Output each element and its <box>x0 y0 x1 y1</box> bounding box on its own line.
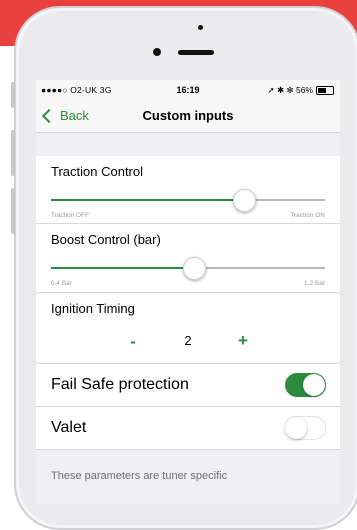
slider-thumb[interactable] <box>183 257 207 280</box>
traction-control-label: Traction Control <box>51 164 143 179</box>
volume-up-button <box>11 130 15 176</box>
earpiece-speaker <box>178 50 214 55</box>
fail-safe-toggle[interactable] <box>285 373 326 397</box>
settings-list: Traction Control Traction OFF Traction O… <box>36 156 340 450</box>
boost-min-label: 0.4 Bar <box>51 280 72 287</box>
footer-note: These parameters are tuner specific <box>51 470 228 482</box>
slider-fill <box>51 199 243 201</box>
app-screen: ●●●●○ O2-UK 3G 16:19 ➚ ✱ ✻ 56% Back Cust… <box>36 80 340 504</box>
decrement-button[interactable]: - <box>125 332 141 352</box>
toggle-knob <box>285 416 307 439</box>
increment-button[interactable]: + <box>235 331 251 351</box>
status-right-text: ➚ ✱ ✻ 56% <box>267 85 313 95</box>
status-bar: ●●●●○ O2-UK 3G 16:19 ➚ ✱ ✻ 56% <box>36 80 340 100</box>
battery-icon <box>316 86 334 95</box>
boost-max-label: 1.2 Bar <box>304 280 325 287</box>
slider-thumb[interactable] <box>232 189 256 212</box>
mute-switch <box>11 82 15 108</box>
proximity-sensor <box>198 25 203 30</box>
valet-label: Valet <box>51 419 87 436</box>
ignition-timing-cell: Ignition Timing - 2 + <box>36 293 340 364</box>
fail-safe-cell: Fail Safe protection <box>36 364 340 407</box>
valet-toggle[interactable] <box>285 416 326 440</box>
valet-cell: Valet <box>36 407 340 450</box>
traction-max-label: Traction ON <box>290 212 325 219</box>
page-title: Custom inputs <box>142 108 234 123</box>
fail-safe-label: Fail Safe protection <box>51 376 189 393</box>
traction-control-cell: Traction Control Traction OFF Traction O… <box>36 156 340 224</box>
boost-control-slider[interactable] <box>51 257 325 280</box>
traction-control-slider[interactable] <box>51 189 325 212</box>
navigation-bar: Back Custom inputs <box>36 100 340 133</box>
status-indicators: ➚ ✱ ✻ 56% <box>268 85 334 96</box>
slider-fill <box>51 267 194 269</box>
ignition-timing-value: 2 <box>184 333 192 348</box>
volume-down-button <box>11 188 15 234</box>
front-camera <box>153 48 161 56</box>
toggle-knob <box>303 374 325 396</box>
traction-min-label: Traction OFF <box>51 212 90 219</box>
boost-control-cell: Boost Control (bar) 0.4 Bar 1.2 Bar <box>36 224 340 293</box>
ignition-timing-label: Ignition Timing <box>51 301 135 316</box>
boost-control-label: Boost Control (bar) <box>51 232 161 247</box>
